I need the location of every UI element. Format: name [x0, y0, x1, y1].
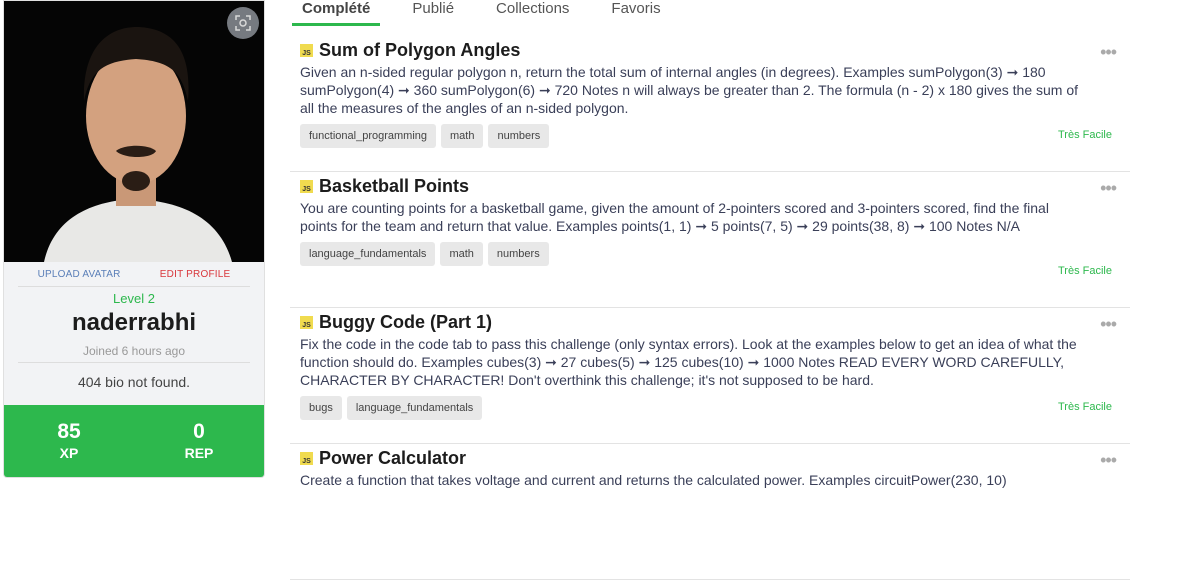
xp-label: XP — [59, 445, 79, 461]
xp-stat: 85 XP — [4, 405, 134, 477]
javascript-icon: JS — [300, 180, 313, 193]
more-options-icon[interactable]: ••• — [1100, 314, 1117, 335]
javascript-icon: JS — [300, 452, 313, 465]
challenge-item[interactable]: JS Power Calculator Create a function tha… — [290, 444, 1130, 580]
challenge-description: Given an n-sided regular polygon n, retu… — [300, 64, 1079, 116]
tag[interactable]: functional_programming — [300, 124, 437, 148]
javascript-icon: JS — [300, 44, 313, 57]
avatar — [4, 1, 264, 262]
tag[interactable]: language_fundamentals — [300, 242, 436, 266]
tag-list: functional_programming math numbers — [300, 124, 1120, 148]
challenge-item[interactable]: JS Buggy Code (Part 1) Fix the code in th… — [290, 308, 1130, 444]
user-level: Level 2 — [113, 291, 155, 306]
avatar-image — [4, 1, 264, 262]
javascript-icon: JS — [300, 316, 313, 329]
rep-label: REP — [184, 445, 214, 461]
tab-collections[interactable]: Collections — [486, 0, 579, 26]
username: naderrabhi — [71, 309, 197, 336]
challenge-list: JS Sum of Polygon Angles Given an n-sided… — [290, 36, 1130, 580]
challenge-item[interactable]: JS Basketball Points You are counting poi… — [290, 172, 1130, 308]
tabs: Complété Publié Collections Favoris — [292, 0, 693, 26]
tab-complete[interactable]: Complété — [292, 0, 381, 26]
tag-list: language_fundamentals math numbers — [300, 242, 1120, 266]
edit-profile-link[interactable]: EDIT PROFILE — [160, 269, 231, 280]
upload-avatar-link[interactable]: UPLOAD AVATAR — [38, 269, 121, 280]
rep-stat: 0 REP — [134, 405, 264, 477]
challenge-title[interactable]: Power Calculator — [319, 448, 466, 469]
tag[interactable]: language_fundamentals — [346, 396, 483, 420]
more-options-icon[interactable]: ••• — [1100, 178, 1117, 199]
tab-published[interactable]: Publié — [402, 0, 464, 26]
challenge-description: Fix the code in the code tab to pass thi… — [300, 336, 1077, 388]
challenge-title[interactable]: Sum of Polygon Angles — [319, 40, 520, 61]
more-options-icon[interactable]: ••• — [1100, 42, 1117, 63]
challenge-description: Create a function that takes voltage and… — [300, 472, 1007, 488]
xp-value: 85 — [57, 420, 81, 443]
challenge-item[interactable]: JS Sum of Polygon Angles Given an n-sided… — [290, 36, 1130, 172]
tag[interactable]: math — [440, 242, 483, 266]
more-options-icon[interactable]: ••• — [1100, 450, 1117, 471]
profile-card: UPLOAD AVATAR EDIT PROFILE Level 2 nader… — [3, 0, 265, 478]
stats-bar: 85 XP 0 REP — [4, 405, 264, 477]
tag[interactable]: numbers — [487, 242, 549, 266]
tag[interactable]: numbers — [488, 124, 550, 148]
tag[interactable]: bugs — [300, 396, 342, 420]
challenge-title[interactable]: Basketball Points — [319, 176, 469, 197]
tag-list: bugs language_fundamentals — [300, 396, 1120, 420]
difficulty-label: Très Facile — [1058, 129, 1112, 141]
joined-date: Joined 6 hours ago — [82, 344, 186, 358]
tag[interactable]: math — [441, 124, 484, 148]
bio: 404 bio not found. — [77, 374, 191, 390]
challenge-title[interactable]: Buggy Code (Part 1) — [319, 312, 492, 333]
camera-icon[interactable] — [227, 7, 259, 39]
profile-links: UPLOAD AVATAR EDIT PROFILE — [18, 269, 250, 287]
tab-favorites[interactable]: Favoris — [601, 0, 670, 26]
difficulty-label: Très Facile — [1058, 265, 1112, 277]
difficulty-label: Très Facile — [1058, 401, 1112, 413]
rep-value: 0 — [193, 420, 205, 443]
challenge-description: You are counting points for a basketball… — [300, 200, 1049, 234]
divider — [18, 362, 250, 363]
